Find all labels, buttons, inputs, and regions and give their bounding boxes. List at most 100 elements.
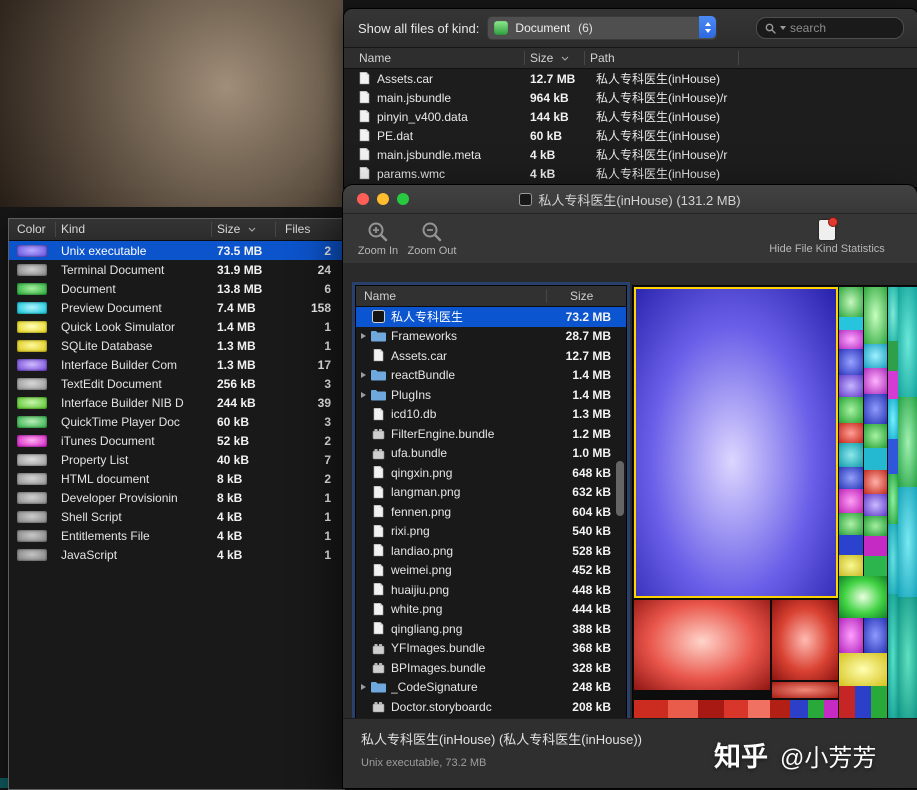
close-button[interactable] — [357, 193, 369, 205]
hide-file-kind-statistics-button[interactable]: Hide File Kind Statistics — [743, 218, 911, 255]
column-header-files[interactable]: Files — [285, 222, 310, 236]
tree-row[interactable]: qingliang.png 388 kB — [356, 619, 626, 639]
treemap-block[interactable] — [808, 700, 824, 719]
kind-table-row[interactable]: Developer Provisionin 8 kB 1 — [9, 488, 344, 507]
tree-row[interactable]: Doctor.storyboardc 208 kB — [356, 697, 626, 717]
kind-table-row[interactable]: Interface Builder NIB D 244 kB 39 — [9, 393, 344, 412]
tree-row[interactable]: weimei.png 452 kB — [356, 561, 626, 581]
treemap-block[interactable] — [839, 513, 863, 535]
tree-row[interactable]: YFImages.bundle 368 kB — [356, 639, 626, 659]
treemap-block[interactable] — [888, 399, 898, 439]
treemap-block[interactable] — [839, 489, 863, 513]
treemap-block[interactable] — [839, 555, 863, 576]
column-header-name[interactable]: Name — [359, 51, 391, 65]
kind-table-row[interactable]: Entitlements File 4 kB 1 — [9, 526, 344, 545]
treemap-block[interactable] — [888, 439, 898, 474]
treemap-block[interactable] — [864, 394, 887, 424]
treemap-block[interactable] — [864, 494, 887, 516]
minimize-button[interactable] — [377, 193, 389, 205]
kind-filter-dropdown[interactable]: Document (6) — [487, 16, 717, 40]
kind-table-row[interactable]: Shell Script 4 kB 1 — [9, 507, 344, 526]
tree-row[interactable]: icd10.db 1.3 MB — [356, 405, 626, 425]
treemap-block[interactable] — [839, 576, 887, 618]
treemap-block[interactable] — [824, 700, 838, 719]
tree-row[interactable]: 私人专科医生 73.2 MB — [356, 307, 626, 327]
kind-table-row[interactable]: QuickTime Player Doc 60 kB 3 — [9, 412, 344, 431]
tree-row[interactable]: huaijiu.png 448 kB — [356, 580, 626, 600]
files-table-row[interactable]: params.wmc 4 kB 私人专科医生(inHouse) — [344, 164, 917, 183]
files-table-row[interactable]: pinyin_v400.data 144 kB 私人专科医生(inHouse) — [344, 107, 917, 126]
column-header-kind[interactable]: Kind — [61, 222, 85, 236]
zoom-in-button[interactable]: Zoom In — [351, 218, 405, 257]
kind-table-row[interactable]: Terminal Document 31.9 MB 24 — [9, 260, 344, 279]
treemap-block[interactable] — [888, 524, 898, 594]
tree-row[interactable]: FilterEngine.bundle 1.2 MB — [356, 424, 626, 444]
treemap-block[interactable] — [864, 618, 887, 653]
treemap-block[interactable] — [668, 700, 698, 719]
treemap-block[interactable] — [634, 700, 668, 719]
tree-row[interactable]: _CodeSignature 248 kB — [356, 678, 626, 698]
tree-row[interactable]: white.png 444 kB — [356, 600, 626, 620]
treemap-block[interactable] — [864, 516, 887, 536]
treemap-block[interactable] — [864, 287, 887, 344]
treemap-block[interactable] — [898, 597, 917, 719]
tree-row[interactable]: Assets.car 12.7 MB — [356, 346, 626, 366]
tree-row[interactable]: langman.png 632 kB — [356, 483, 626, 503]
kind-table-row[interactable]: Document 13.8 MB 6 — [9, 279, 344, 298]
treemap-block[interactable] — [888, 341, 898, 371]
tree-row[interactable]: qingxin.png 648 kB — [356, 463, 626, 483]
treemap-block[interactable] — [839, 349, 863, 375]
treemap-block[interactable] — [839, 653, 887, 686]
files-table-row[interactable]: PE.dat 60 kB 私人专科医生(inHouse) — [344, 126, 917, 145]
treemap-block[interactable] — [748, 700, 770, 719]
kind-table-row[interactable]: HTML document 8 kB 2 — [9, 469, 344, 488]
treemap-block[interactable] — [839, 467, 863, 489]
zoom-out-button[interactable]: Zoom Out — [405, 218, 459, 257]
treemap-block[interactable] — [839, 443, 863, 467]
tree-row[interactable]: reactBundle 1.4 MB — [356, 366, 626, 386]
treemap-block[interactable] — [864, 536, 887, 556]
files-table-row[interactable]: main.jsbundle 964 kB 私人专科医生(inHouse)/r — [344, 88, 917, 107]
tree-scrollbar-thumb[interactable] — [616, 461, 624, 516]
column-header-size[interactable]: Size — [570, 289, 593, 303]
tree-row[interactable]: Frameworks 28.7 MB — [356, 327, 626, 347]
disclosure-triangle-icon[interactable] — [356, 392, 370, 398]
kind-table-row[interactable]: Unix executable 73.5 MB 2 — [9, 241, 344, 260]
treemap-block[interactable] — [790, 700, 808, 719]
treemap-block[interactable] — [864, 344, 887, 368]
treemap-block[interactable] — [888, 287, 898, 341]
treemap-block[interactable] — [855, 686, 871, 719]
treemap-block[interactable] — [839, 618, 863, 653]
tree-row[interactable]: fennen.png 604 kB — [356, 502, 626, 522]
treemap-block[interactable] — [898, 287, 917, 397]
treemap-block[interactable] — [839, 535, 863, 555]
column-header-size[interactable]: Size — [217, 222, 256, 236]
search-input[interactable]: search — [756, 17, 904, 39]
treemap-block[interactable] — [864, 556, 887, 576]
treemap-block[interactable] — [898, 487, 917, 597]
treemap-block[interactable] — [839, 686, 855, 719]
kind-table-row[interactable]: Interface Builder Com 1.3 MB 17 — [9, 355, 344, 374]
treemap-block[interactable] — [839, 317, 863, 330]
treemap-block[interactable] — [888, 474, 898, 524]
treemap-block[interactable] — [634, 600, 770, 690]
tree-row[interactable]: PlugIns 1.4 MB — [356, 385, 626, 405]
kind-table-row[interactable]: TextEdit Document 256 kB 3 — [9, 374, 344, 393]
treemap-block[interactable] — [724, 700, 748, 719]
column-header-name[interactable]: Name — [364, 289, 396, 303]
kind-table-row[interactable]: Property List 40 kB 7 — [9, 450, 344, 469]
treemap-block[interactable] — [839, 330, 863, 349]
files-table-row[interactable]: main.jsbundle.meta 4 kB 私人专科医生(inHouse)/… — [344, 145, 917, 164]
kind-table-row[interactable]: SQLite Database 1.3 MB 1 — [9, 336, 344, 355]
files-table-row[interactable]: Assets.car 12.7 MB 私人专科医生(inHouse) — [344, 69, 917, 88]
tree-row[interactable]: rixi.png 540 kB — [356, 522, 626, 542]
dropdown-stepper-icon[interactable] — [699, 16, 716, 38]
disclosure-triangle-icon[interactable] — [356, 333, 370, 339]
title-bar[interactable]: 私人专科医生(inHouse) (131.2 MB) — [343, 185, 917, 214]
zoom-button[interactable] — [397, 193, 409, 205]
kind-table-row[interactable]: Quick Look Simulator 1.4 MB 1 — [9, 317, 344, 336]
treemap-block[interactable] — [698, 700, 724, 719]
treemap-block[interactable] — [864, 368, 887, 394]
disclosure-triangle-icon[interactable] — [356, 372, 370, 378]
treemap-block[interactable] — [888, 594, 898, 719]
